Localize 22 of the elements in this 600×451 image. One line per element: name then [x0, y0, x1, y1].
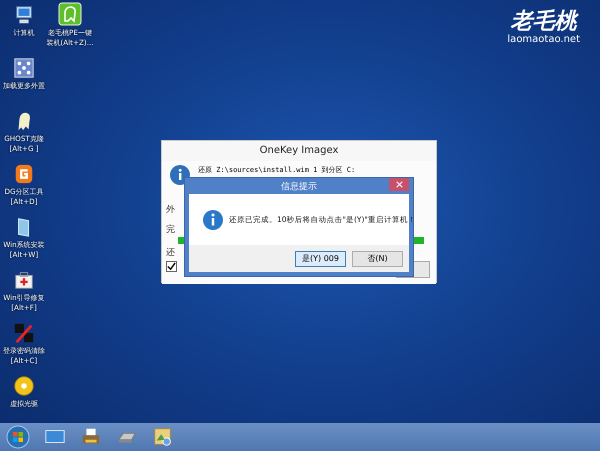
disc-icon[interactable] [13, 375, 35, 397]
field-label: 外 [166, 204, 175, 216]
ghost-app-icon[interactable] [58, 2, 82, 26]
partition-tool-icon[interactable] [13, 163, 35, 185]
start-button[interactable] [6, 425, 30, 449]
picture-icon[interactable] [152, 426, 174, 448]
field-label: 还 [166, 246, 175, 259]
field-label: 完 [166, 224, 175, 236]
nt-key-icon[interactable] [13, 322, 35, 344]
dialog-title: 信息提示 [281, 180, 317, 192]
first-aid-kit-icon[interactable] [13, 269, 35, 291]
window-title: OneKey Imagex [162, 141, 436, 161]
close-button[interactable] [389, 178, 409, 191]
checkbox[interactable] [166, 261, 177, 272]
logo-url: laomaotao.net [507, 34, 580, 45]
dialog-button[interactable]: 是(Y) 009 [295, 250, 346, 266]
dialog-button[interactable]: 否(N) [352, 250, 403, 266]
info-icon [203, 210, 223, 230]
computer-icon[interactable] [13, 4, 35, 26]
grid-icon[interactable] [13, 57, 35, 79]
close-icon [396, 181, 402, 188]
logo-title: 老毛桃 [510, 8, 577, 34]
